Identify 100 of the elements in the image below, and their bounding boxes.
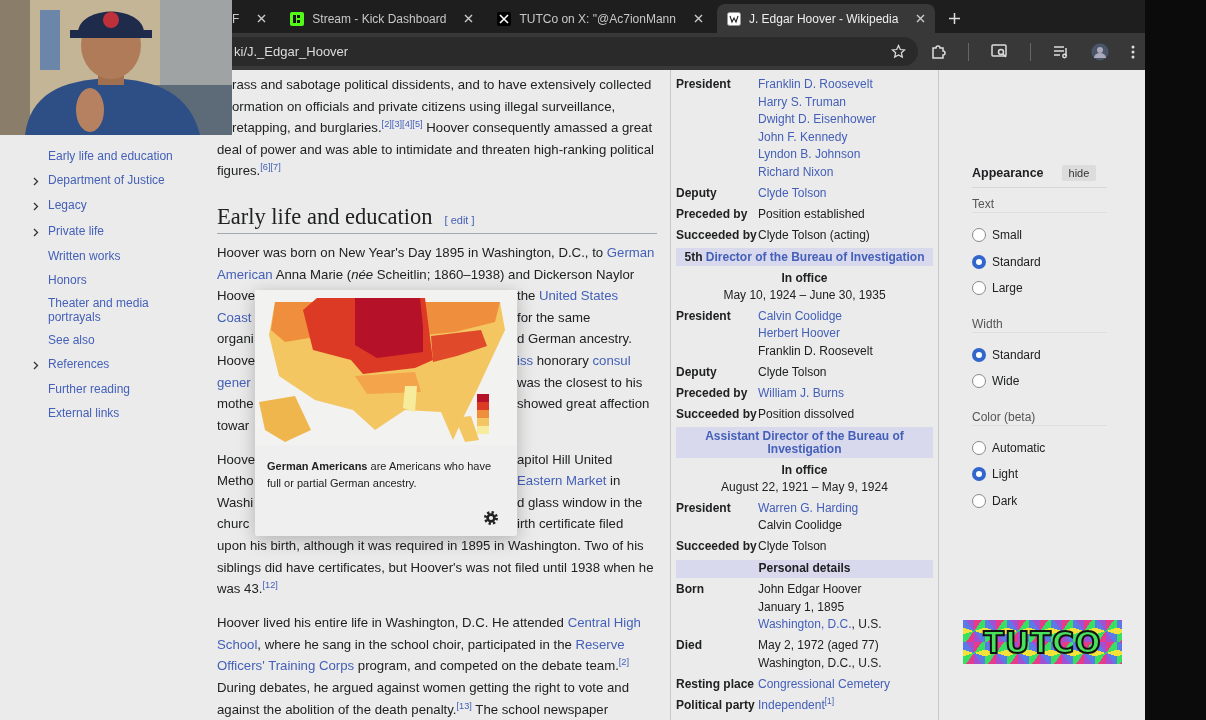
option-label: Light [992, 467, 1019, 482]
infobox-link[interactable]: Congressional Cemetery [758, 675, 891, 694]
article-link[interactable]: iss [517, 352, 534, 368]
infobox-header: Personal details [676, 559, 933, 578]
option-label: Standard [992, 254, 1041, 269]
media-queue-icon[interactable] [1053, 44, 1069, 59]
article-link[interactable]: German [606, 244, 655, 260]
toc-link[interactable]: Legacy [33, 199, 87, 215]
infobox-link[interactable]: Calvin Coolidge [758, 307, 843, 326]
article-link[interactable]: [13] [456, 701, 472, 717]
article-link[interactable]: consul [592, 352, 631, 368]
infobox-value: May 10, 1924 – June 30, 1935 [723, 287, 886, 304]
browser-tab[interactable]: Stream - Kick Dashboard [280, 4, 484, 33]
radio-button[interactable] [972, 228, 986, 243]
toc-link[interactable]: Honors [33, 273, 87, 287]
toc-link[interactable]: Further reading [33, 383, 131, 397]
infobox-label: Died [676, 637, 703, 655]
toc-link[interactable]: See also [33, 334, 95, 348]
group-label: Color (beta) [972, 407, 1107, 426]
infobox-link[interactable]: Warren G. Harding [758, 499, 859, 518]
chevron-icon[interactable] [33, 176, 39, 186]
infobox-link[interactable]: Washington, D.C. [758, 617, 852, 632]
chevron-icon[interactable] [33, 202, 39, 211]
article-link[interactable]: Coast [217, 306, 252, 329]
radio-button[interactable] [972, 467, 986, 482]
browser-tab[interactable]: F [228, 4, 277, 33]
infobox-link[interactable]: Independent [758, 697, 825, 712]
radio-button[interactable] [972, 493, 986, 508]
article-link[interactable]: United States [539, 288, 619, 304]
article-link[interactable]: Central High [567, 615, 641, 631]
toc-link[interactable]: References [33, 357, 110, 373]
article-link[interactable]: Reserve [575, 636, 625, 652]
address-field[interactable]: ki/J._Edgar_Hoover [232, 37, 918, 66]
toc-link[interactable]: Written works [33, 250, 121, 264]
close-icon[interactable] [693, 14, 703, 23]
radio-button[interactable] [972, 281, 986, 296]
infobox-link[interactable]: Director of the Bureau of Investigation [705, 249, 925, 264]
infobox-link[interactable]: John F. Kennedy [758, 128, 848, 147]
article-link[interactable]: gener [217, 371, 251, 394]
hide-button[interactable]: hide [1061, 164, 1097, 181]
radio-button[interactable] [972, 440, 986, 455]
wikipedia-icon [726, 11, 741, 26]
article-text: against the abolition of the death penalty.$^{[13]}$ The school newspaper [217, 699, 609, 719]
puzzle-icon[interactable] [930, 43, 946, 60]
infobox-link[interactable]: Herbert Hoover [758, 325, 841, 343]
infobox-link[interactable]: Assistant Director of the Bureau of Investigation [684, 429, 925, 456]
new-tab-icon[interactable] [949, 13, 961, 24]
chevron-icon[interactable] [33, 227, 39, 237]
infobox-value: Franklin D. Roosevelt [758, 342, 873, 360]
article-text: mothe [217, 395, 254, 414]
close-icon[interactable] [464, 14, 474, 23]
infobox-link[interactable]: Clyde Tolson [758, 184, 827, 203]
toc-link[interactable]: Early life and education [33, 150, 173, 164]
toc-link[interactable]: External links [33, 406, 120, 420]
infobox-value: January 1, 1895 [758, 598, 845, 616]
radio-button[interactable] [972, 254, 986, 269]
article-text: was 43.$^{[12]}$ [217, 578, 278, 599]
infobox-link[interactable]: Franklin D. Roosevelt [758, 76, 873, 94]
infobox-link[interactable]: Dwight D. Eisenhower [758, 111, 877, 129]
close-icon[interactable] [916, 14, 926, 23]
infobox-value: May 2, 1972 (aged 77) [758, 637, 879, 655]
infobox-link[interactable]: [1] [824, 697, 835, 712]
article-link[interactable]: [2][3][4][5] [381, 120, 423, 136]
infobox-link[interactable]: Harry S. Truman [758, 93, 847, 112]
article-link[interactable]: [6][7] [260, 163, 281, 179]
chevron-icon[interactable] [33, 360, 39, 370]
close-icon[interactable] [257, 14, 267, 23]
radio-button[interactable] [972, 347, 986, 362]
infobox-label: Preceded by [676, 384, 749, 402]
avatar-icon[interactable] [1091, 42, 1109, 61]
toc-link[interactable]: Department of Justice [33, 173, 165, 189]
infobox-link[interactable]: Richard Nixon [758, 163, 834, 182]
menu-icon[interactable] [1131, 44, 1135, 59]
article-text: deal of power and was able to intimidate and threaten high-ranking political [217, 140, 654, 159]
infobox-label: President [676, 76, 732, 94]
infobox-link[interactable]: Lyndon B. Johnson [758, 146, 861, 164]
article-link[interactable]: Officers' Training Corps [217, 658, 355, 674]
radio-button[interactable] [972, 374, 986, 389]
infobox-value: Clyde Tolson (acting) [758, 226, 870, 244]
browser-tab[interactable]: J. Edgar Hoover - Wikipedia [716, 4, 936, 33]
option-label: Small [992, 228, 1022, 243]
section-heading: Early life and education [217, 203, 433, 230]
option-label: Wide [992, 374, 1020, 389]
article-link[interactable]: Eastern Market [517, 473, 607, 489]
browser-tab[interactable]: TUTCo on X: "@Ac7ionMann [487, 4, 713, 33]
toc-link[interactable]: Private life [33, 224, 105, 240]
article-link[interactable]: [12] [262, 581, 278, 597]
article-text: During debates, he argued against women getting the right to vote and [217, 679, 630, 698]
infobox-value: Position dissolved [758, 405, 855, 423]
infobox-link[interactable]: William J. Burns [758, 384, 844, 403]
star-icon[interactable] [891, 44, 906, 59]
infobox-value: Washington, D.C., U.S. [758, 654, 882, 672]
article-text: was the closest to his [517, 373, 643, 392]
article-link[interactable]: [2] [618, 658, 630, 674]
toc-link[interactable]: Theater and media portrayals [33, 297, 193, 324]
article-text: Metho [217, 472, 254, 491]
article-link[interactable]: American [217, 266, 273, 282]
edit-link[interactable]: [ edit ] [444, 213, 475, 226]
tab-search-icon[interactable] [991, 44, 1008, 59]
settings-icon[interactable] [484, 511, 498, 525]
